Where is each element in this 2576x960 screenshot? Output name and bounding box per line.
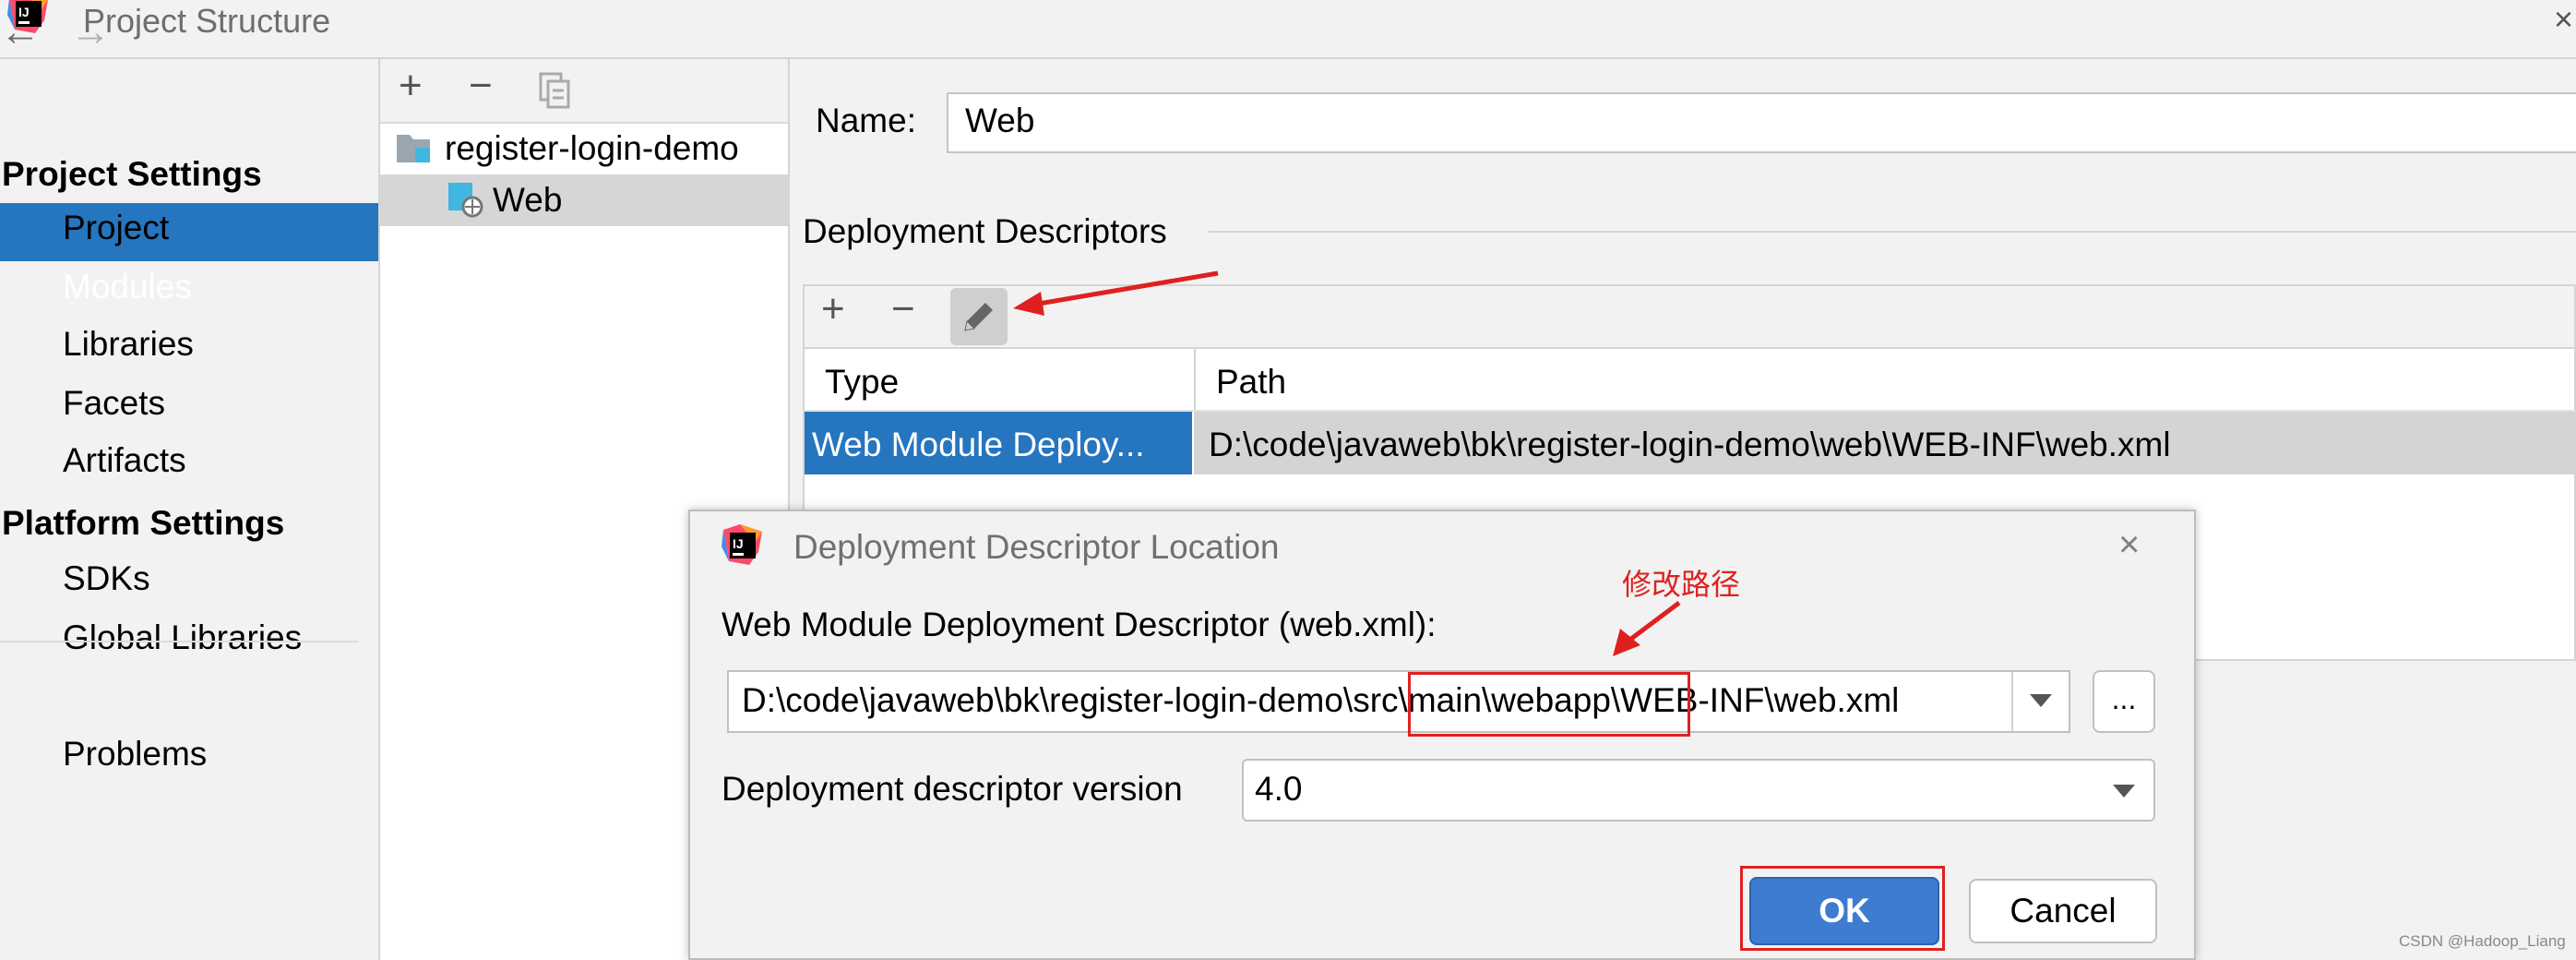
path-prefix: D:\code\javaweb\bk\register-login-demo\ — [742, 681, 1354, 719]
name-input-value[interactable]: Web — [965, 102, 1034, 140]
tree-toolbar — [380, 59, 788, 124]
nav-heading-project-settings: Project Settings — [2, 155, 262, 193]
nav-divider — [0, 641, 358, 642]
window-close-icon[interactable]: × — [2554, 0, 2573, 39]
window-title: Project Structure — [83, 2, 331, 40]
table-cell-type[interactable]: Web Module Deploy... — [812, 426, 1145, 464]
tree-remove-button[interactable]: − — [469, 63, 493, 109]
section-divider — [1209, 231, 2576, 233]
dialog-close-icon[interactable]: × — [2118, 524, 2140, 566]
dialog-title: Deployment Descriptor Location — [793, 528, 1280, 566]
nav-item-libraries[interactable]: Libraries — [63, 325, 194, 364]
version-label: Deployment descriptor version — [722, 770, 1183, 808]
chevron-down-icon[interactable] — [2030, 694, 2052, 707]
cancel-button[interactable]: Cancel — [1969, 879, 2157, 943]
nav-item-problems[interactable]: Problems — [63, 735, 207, 774]
tree-node-web[interactable]: Web — [493, 181, 562, 220]
name-input[interactable] — [947, 92, 2576, 153]
tree-add-button[interactable]: + — [399, 63, 423, 109]
version-select-value[interactable]: 4.0 — [1255, 770, 1302, 809]
combo-divider — [2011, 672, 2013, 731]
intellij-logo-icon: IJ — [722, 524, 762, 565]
svg-text:IJ: IJ — [733, 536, 744, 551]
name-label: Name: — [816, 102, 916, 139]
descriptor-path-value[interactable]: D:\code\javaweb\bk\register-login-demo\s… — [742, 681, 1899, 720]
descriptor-remove-button[interactable]: − — [891, 286, 915, 332]
web-module-icon — [448, 183, 483, 218]
nav-item-global-libraries[interactable]: Global Libraries — [63, 618, 302, 657]
version-select[interactable] — [1242, 759, 2155, 822]
folder-icon — [397, 135, 430, 162]
copy-icon[interactable] — [539, 72, 572, 109]
tree-node-root[interactable]: register-login-demo — [445, 129, 739, 168]
pencil-icon[interactable] — [960, 297, 998, 336]
chevron-down-icon[interactable] — [2113, 785, 2135, 798]
back-arrow-icon[interactable]: ← — [0, 9, 41, 55]
nav-heading-platform-settings: Platform Settings — [2, 504, 285, 542]
descriptor-path-label: Web Module Deployment Descriptor (web.xm… — [722, 606, 1437, 643]
column-header-type[interactable]: Type — [825, 363, 899, 402]
tree-selection-highlight — [380, 174, 788, 226]
nav-item-project[interactable]: Project — [63, 209, 169, 247]
watermark: CSDN @Hadoop_Liang — [2399, 932, 2566, 950]
deployment-descriptors-heading: Deployment Descriptors — [803, 212, 1167, 250]
ok-button[interactable]: OK — [1749, 877, 1939, 945]
annotation-arrow — [1013, 270, 1219, 316]
table-cell-path[interactable]: D:\code\javaweb\bk\register-login-demo\w… — [1209, 426, 2171, 464]
nav-selection-highlight — [0, 203, 378, 261]
column-header-path[interactable]: Path — [1216, 363, 1286, 402]
annotation-arrow — [1613, 601, 1681, 656]
nav-item-modules[interactable]: Modules — [63, 268, 192, 306]
nav-item-facets[interactable]: Facets — [63, 384, 165, 423]
nav-item-artifacts[interactable]: Artifacts — [63, 441, 186, 480]
browse-button[interactable]: ... — [2093, 670, 2155, 733]
nav-item-sdks[interactable]: SDKs — [63, 559, 150, 598]
descriptor-add-button[interactable]: + — [821, 286, 845, 332]
forward-arrow-icon[interactable]: → — [70, 9, 111, 55]
annotation-highlight-box — [1408, 672, 1690, 737]
title-bar — [0, 0, 2576, 59]
